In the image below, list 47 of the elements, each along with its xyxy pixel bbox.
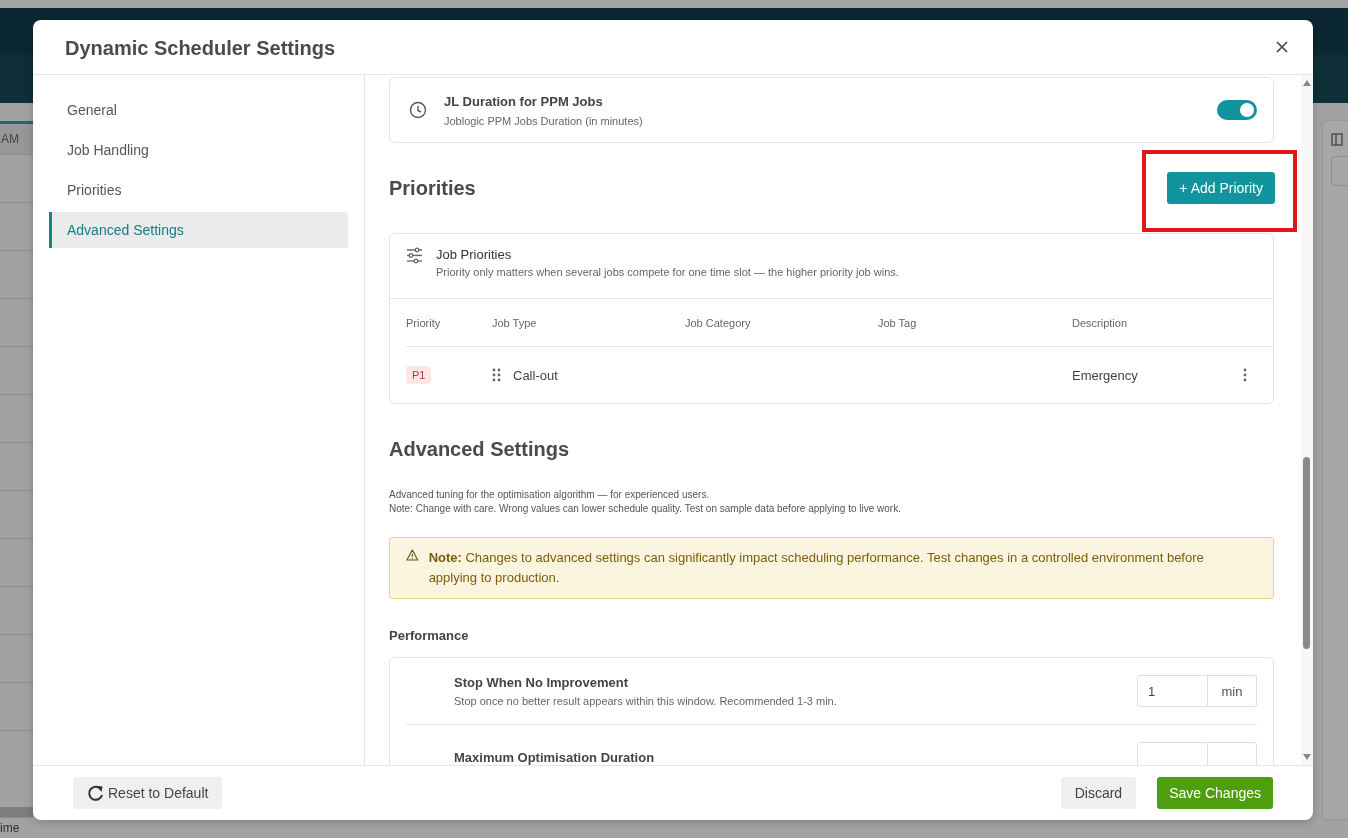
unit-label: min: [1208, 675, 1257, 707]
add-priority-button[interactable]: + Add Priority: [1167, 172, 1275, 204]
setting-title: JL Duration for PPM Jobs: [444, 93, 604, 109]
section-heading: Advanced Settings: [389, 438, 571, 461]
subsection-title: Performance: [389, 628, 470, 643]
sidebar-item[interactable]: Advanced Settings: [49, 212, 348, 248]
refresh-icon: [87, 784, 104, 802]
toggle-switch[interactable]: [1217, 100, 1257, 120]
card-title: Job Priorities: [436, 247, 513, 262]
window-title: Dynamic Scheduler Settings: [65, 36, 337, 60]
column-header: Job Tag: [878, 316, 917, 329]
discard-button[interactable]: Discard: [1060, 777, 1137, 809]
warning-icon: [406, 548, 419, 562]
scrollbar[interactable]: [1301, 75, 1313, 765]
setting-description: Stop once no better result appears within this window. Recommended 1-3 min.: [454, 695, 838, 707]
section-heading: Priorities: [389, 176, 476, 200]
priority-badge: P1: [406, 366, 432, 384]
section-description: Advanced tuning for the optimisation algorithm — for experienced users.: [389, 489, 711, 500]
warning-text: Note: Changes to advanced settings can significantly impact scheduling performance. Test changes in a controlled environment before applying to production.: [428, 549, 1205, 587]
column-label: ime: [0, 821, 20, 835]
card-description: Priority only matters when several jobs compete for one time slot — the higher priority job wins.: [436, 266, 899, 278]
close-button[interactable]: [1275, 40, 1289, 54]
table-cell: Call-out: [513, 367, 558, 383]
scrollbar: [0, 807, 33, 817]
more-button[interactable]: [1243, 368, 1247, 382]
setting-title: Stop When No Improvement: [454, 675, 630, 690]
section-description: Note: Change with care. Wrong values can lower schedule quality. Test on sample data before applying to live work.: [389, 503, 902, 514]
panel-icon: [1331, 133, 1343, 146]
sidebar-item[interactable]: General: [49, 92, 348, 128]
drag-handle-icon: [492, 368, 501, 382]
number-field[interactable]: 1: [1137, 675, 1208, 707]
close-icon: [1275, 40, 1289, 54]
setting-description: Joblogic PPM Jobs Duration (in minutes): [444, 114, 644, 127]
sidebar-item[interactable]: Job Handling: [49, 132, 348, 168]
more-icon: [1243, 368, 1247, 382]
setting-title: Maximum Optimisation Duration: [454, 750, 656, 765]
sidebar-item[interactable]: Priorities: [49, 172, 348, 208]
column-label: AM: [1, 132, 19, 146]
column-header: Job Category: [685, 316, 751, 329]
column-header: Priority: [406, 316, 441, 329]
number-field[interactable]: [1137, 741, 1208, 765]
clock-icon: [409, 101, 427, 119]
reset-button[interactable]: Reset to Default: [73, 777, 223, 809]
sliders-icon: [406, 247, 423, 264]
table-cell: Emergency: [1072, 367, 1138, 383]
column-header: Description: [1072, 316, 1128, 329]
column-header: Job Type: [492, 316, 537, 329]
